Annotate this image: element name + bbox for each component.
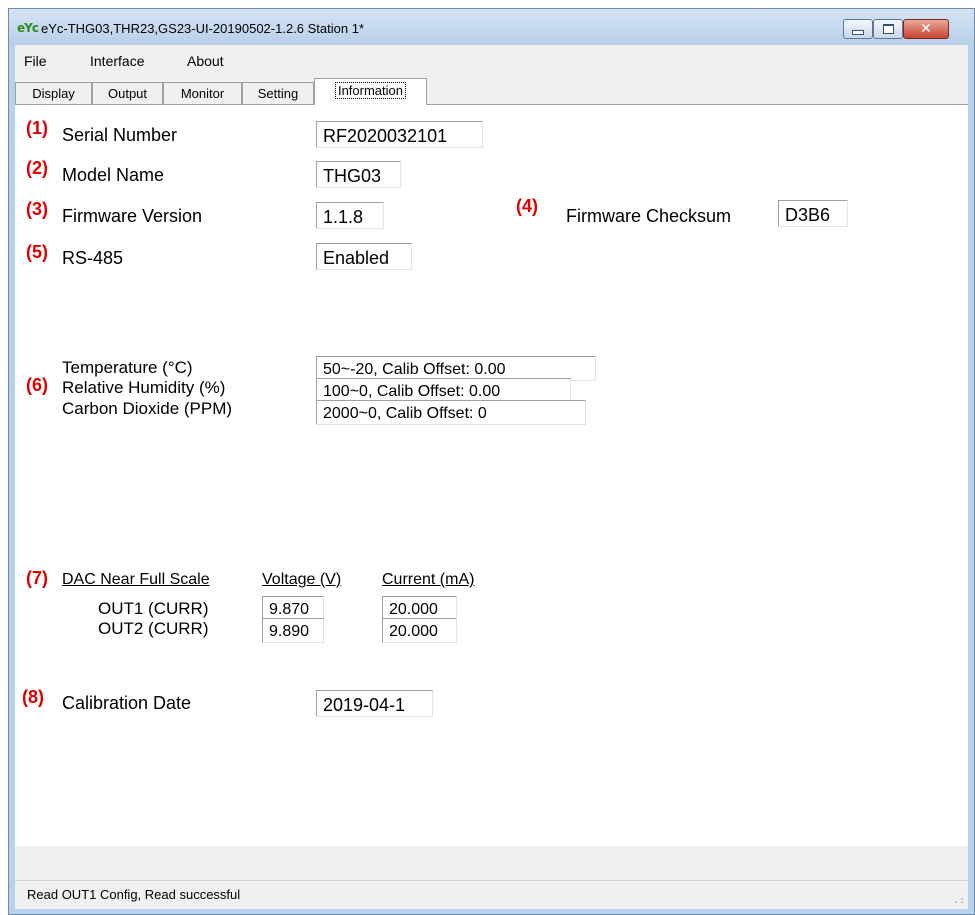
out1-label: OUT1 (CURR) [98,599,209,618]
tab-setting[interactable]: Setting [242,82,314,104]
rs485-field[interactable]: Enabled [316,243,412,270]
firmware-version-label: Firmware Version [62,206,203,226]
temperature-label: Temperature (°C) [62,358,193,377]
dac-header: DAC Near Full Scale [62,571,210,588]
model-name-label: Model Name [62,165,165,185]
marker-1: (1) [26,118,48,138]
rs485-label: RS-485 [62,248,124,268]
marker-3: (3) [26,199,48,219]
client-area: File Interface About Display Output Moni… [15,45,968,909]
resize-grip-icon[interactable]: .: [953,895,965,906]
tab-information-label: Information [334,82,407,99]
tab-monitor[interactable]: Monitor [163,82,242,104]
marker-6: (6) [26,375,48,395]
out2-label: OUT2 (CURR) [98,619,209,638]
co2-label: Carbon Dioxide (PPM) [62,399,233,418]
marker-4: (4) [516,196,538,216]
co2-range-field[interactable]: 2000~0, Calib Offset: 0 [316,400,586,425]
status-text: Read OUT1 Config, Read successful [27,887,241,902]
marker-2: (2) [26,158,48,178]
marker-5: (5) [26,242,48,262]
marker-7: (7) [26,568,48,588]
menu-bar: File Interface About [15,45,968,77]
serial-number-field[interactable]: RF2020032101 [316,121,483,148]
minimize-button[interactable] [843,19,873,39]
close-icon: ✕ [920,21,932,37]
window-title: eYc-THG03,THR23,GS23-UI-20190502-1.2.6 S… [41,21,365,36]
status-bar: Read OUT1 Config, Read successful .: [15,880,968,909]
firmware-version-field[interactable]: 1.1.8 [316,202,384,229]
out2-current-field[interactable]: 20.000 [382,618,457,643]
model-name-field[interactable]: THG03 [316,161,401,188]
tab-strip: Display Output Monitor Setting Informati… [15,78,968,105]
serial-number-label: Serial Number [62,125,178,145]
app-window: eYc eYc-THG03,THR23,GS23-UI-20190502-1.2… [8,8,975,915]
calibration-date-field[interactable]: 2019-04-1 [316,690,433,717]
tab-information[interactable]: Information [314,78,427,105]
app-logo-icon: eYc [17,21,39,35]
menu-file[interactable]: File [24,53,47,69]
information-panel: (1) Serial Number RF2020032101 (2) Model… [15,104,968,846]
calibration-date-label: Calibration Date [62,693,192,713]
out2-voltage-field[interactable]: 9.890 [262,618,324,643]
menu-about[interactable]: About [187,53,224,69]
current-header: Current (mA) [382,571,475,588]
voltage-header: Voltage (V) [262,571,342,588]
firmware-checksum-field[interactable]: D3B6 [778,200,848,227]
tab-display[interactable]: Display [15,82,92,104]
marker-8: (8) [22,687,44,707]
tab-output[interactable]: Output [92,82,163,104]
firmware-checksum-label: Firmware Checksum [566,206,732,226]
menu-interface[interactable]: Interface [90,53,144,69]
maximize-button[interactable] [873,19,903,39]
title-bar[interactable]: eYc eYc-THG03,THR23,GS23-UI-20190502-1.2… [9,9,974,45]
minimize-icon [852,29,864,35]
humidity-label: Relative Humidity (%) [62,378,226,397]
close-button[interactable]: ✕ [903,19,949,39]
maximize-icon [882,24,894,34]
